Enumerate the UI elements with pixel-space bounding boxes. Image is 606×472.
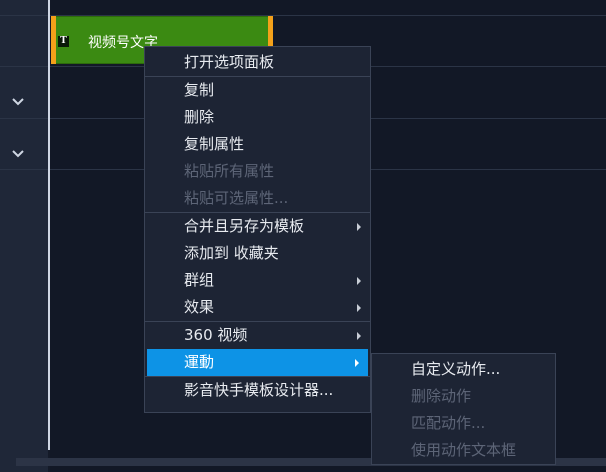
menu-item-label: 360 视频 <box>184 326 248 344</box>
submenu-arrow-icon <box>355 359 359 367</box>
menu-item-label: 合并且另存为模板 <box>184 217 305 235</box>
menu-item-label: 复制属性 <box>184 135 245 153</box>
chevron-down-icon[interactable] <box>11 97 25 107</box>
submenu-item: 匹配动作... <box>372 410 555 437</box>
submenu-item-label: 匹配动作... <box>411 414 486 432</box>
menu-item-label: 影音快手模板设计器... <box>184 381 334 399</box>
submenu-item[interactable]: 自定义动作... <box>372 356 555 383</box>
menu-item[interactable]: 删除 <box>145 104 370 131</box>
menu-item[interactable]: 群组 <box>145 267 370 294</box>
menu-item[interactable]: 复制 <box>145 77 370 104</box>
submenu-item: 使用动作文本框 <box>372 437 555 464</box>
menu-item: 粘贴可选属性... <box>145 185 370 212</box>
chevron-down-icon[interactable] <box>11 149 25 159</box>
submenu-arrow-icon <box>357 332 361 340</box>
menu-item: 粘贴所有属性 <box>145 158 370 185</box>
menu-item[interactable]: 360 视频 <box>145 322 370 349</box>
submenu-arrow-icon <box>357 304 361 312</box>
motion-submenu: 自定义动作... 删除动作匹配动作... 使用动作文本框 <box>371 353 556 465</box>
menu-item-label: 删除 <box>184 108 215 126</box>
menu-item-label: 复制 <box>184 81 215 99</box>
menu-item[interactable]: 复制属性 <box>145 131 370 158</box>
track-header-panel <box>0 0 48 472</box>
menu-item-label: 粘贴可选属性... <box>184 189 289 207</box>
clip-trim-handle-left[interactable] <box>51 16 56 64</box>
submenu-arrow-icon <box>357 223 361 231</box>
submenu-item: 删除动作 <box>372 383 555 410</box>
submenu-arrow-icon <box>357 277 361 285</box>
menu-item[interactable]: 添加到 收藏夹 <box>145 240 370 267</box>
menu-item-label: 打开选项面板 <box>184 53 275 71</box>
menu-item[interactable]: 影音快手模板设计器... <box>145 377 370 404</box>
text-type-icon: T <box>58 36 69 47</box>
submenu-item-label: 使用动作文本框 <box>411 441 517 459</box>
menu-item-label: 群组 <box>184 271 215 289</box>
playhead-line[interactable] <box>48 0 50 450</box>
menu-item-label: 效果 <box>184 298 215 316</box>
menu-item-label: 粘贴所有属性 <box>184 162 275 180</box>
menu-item[interactable]: 效果 <box>145 294 370 321</box>
menu-item[interactable]: 合并且另存为模板 <box>145 213 370 240</box>
menu-item-label: 運動 <box>184 353 215 371</box>
menu-item[interactable]: 打开选项面板 <box>145 49 370 76</box>
submenu-item-label: 自定义动作... <box>411 360 501 378</box>
context-menu: 打开选项面板 复制删除复制属性粘贴所有属性 粘贴可选属性... 合并且另存为模板 添加到… <box>144 46 371 413</box>
submenu-item-label: 删除动作 <box>411 387 472 405</box>
menu-item-label: 添加到 收藏夹 <box>184 244 279 262</box>
menu-item[interactable]: 運動 <box>147 349 368 376</box>
